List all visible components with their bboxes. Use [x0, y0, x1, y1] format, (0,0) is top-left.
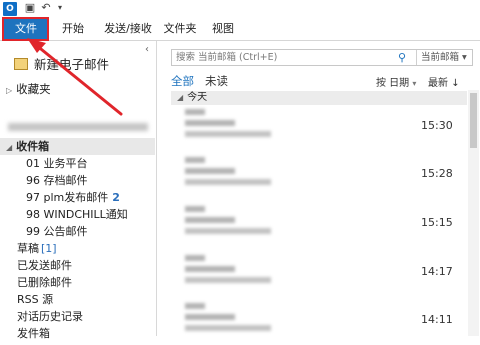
annotation-arrow: [27, 38, 123, 116]
